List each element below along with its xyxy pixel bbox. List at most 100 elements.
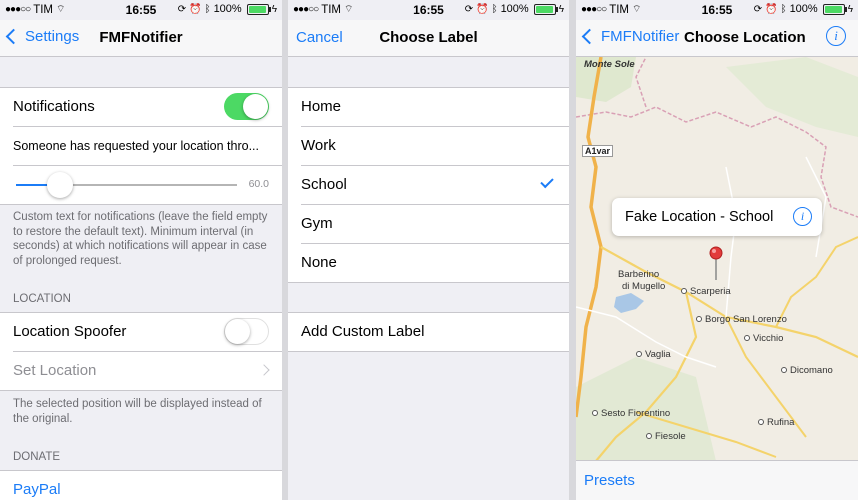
place-name: Fiesole	[655, 431, 686, 442]
back-button[interactable]: FMFNotifier	[581, 28, 680, 45]
map-place-label: Sesto Fiorentino	[592, 408, 670, 419]
label-option-text: Work	[301, 137, 336, 154]
bluetooth-icon: ᛒ	[780, 3, 787, 15]
slider-knob[interactable]	[47, 172, 74, 198]
battery-icon	[246, 3, 271, 15]
notifications-group: Notifications Someone has requested your…	[0, 87, 282, 205]
notifications-footer: Custom text for notifications (leave the…	[13, 211, 268, 267]
nav-bar: Cancel Choose Label	[288, 20, 569, 57]
choose-label-screen: ●●●○○ TIM ⌔ 16:55 ⟳ ⏰ ᛒ 100% ϟ Cancel Ch…	[288, 0, 569, 500]
page-title: Choose Label	[379, 29, 478, 46]
status-bar: ●●●○○ TIM ⌔ 16:55 ⟳ ⏰ ᛒ 100% ϟ	[576, 0, 858, 20]
label-option-text: School	[301, 176, 347, 193]
bluetooth-icon: ᛒ	[491, 3, 498, 15]
back-button-label: FMFNotifier	[601, 28, 680, 45]
battery-percent: 100%	[789, 3, 818, 15]
nav-bar: Settings FMFNotifier	[0, 20, 282, 57]
label-list: Home Work School Gym None	[288, 87, 569, 283]
label-option-gym[interactable]: Gym	[301, 205, 569, 244]
notifications-switch[interactable]	[224, 93, 269, 120]
custom-text-cell[interactable]: Someone has requested your location thro…	[13, 127, 282, 166]
notifications-label: Notifications	[13, 98, 95, 115]
donate-group: PayPal	[0, 470, 282, 500]
presets-button[interactable]: Presets	[584, 472, 635, 489]
status-bar: ●●●○○ TIM ⌔ 16:55 ⟳ ⏰ ᛒ 100% ϟ	[288, 0, 569, 20]
callout-title: Fake Location - School	[625, 209, 774, 225]
donate-header: DONATE	[13, 451, 61, 463]
settings-screen: ●●●○○ TIM ⌔ 16:55 ⟳ ⏰ ᛒ 100% ϟ Settings …	[0, 0, 282, 500]
label-option-none[interactable]: None	[301, 244, 569, 282]
location-spoofer-switch[interactable]	[224, 318, 269, 345]
place-marker-icon	[681, 288, 687, 295]
map-view[interactable]: Monte Sole A1var Barberino di Mugello Sc…	[576, 57, 858, 461]
custom-text-input[interactable]: Someone has requested your location thro…	[13, 139, 270, 153]
location-group: Location Spoofer Set Location	[0, 312, 282, 391]
checkmark-icon	[540, 174, 554, 189]
info-icon[interactable]: i	[826, 26, 846, 46]
map-place-label: Dicomano	[781, 365, 833, 376]
place-name: Rufina	[767, 417, 795, 428]
label-option-text: Home	[301, 98, 342, 115]
bottom-toolbar: Presets	[576, 460, 858, 500]
paypal-link[interactable]: PayPal	[13, 481, 61, 498]
charging-icon: ϟ	[271, 3, 277, 15]
place-name: Borgo San Lorenzo	[705, 314, 787, 325]
map-place-label: Vicchio	[744, 333, 783, 344]
custom-label-group: Add Custom Label	[288, 312, 569, 352]
map-place-label: Rufina	[758, 417, 794, 428]
label-option-text: None	[301, 254, 337, 271]
place-marker-icon	[744, 335, 750, 342]
info-icon[interactable]: i	[793, 207, 812, 226]
location-header: LOCATION	[13, 293, 71, 305]
label-option-school[interactable]: School	[301, 166, 569, 205]
page-title: Choose Location	[684, 29, 806, 46]
place-marker-icon	[646, 433, 652, 440]
chevron-right-icon	[258, 364, 270, 376]
battery-icon	[822, 3, 847, 15]
location-spoofer-label: Location Spoofer	[13, 323, 127, 340]
paypal-cell[interactable]: PayPal	[13, 471, 282, 500]
set-location-label: Set Location	[13, 362, 97, 379]
charging-icon: ϟ	[558, 3, 564, 15]
battery-percent: 100%	[213, 3, 242, 15]
map-place-label: Fiesole	[646, 431, 686, 442]
bluetooth-icon: ᛒ	[204, 3, 211, 15]
map-place-label: Monte Sole	[584, 59, 635, 70]
pin-callout[interactable]: Fake Location - School i	[612, 198, 822, 236]
notifications-cell: Notifications	[13, 88, 282, 127]
place-name: Sesto Fiorentino	[601, 408, 671, 419]
rotation-lock-icon: ⟳	[753, 3, 763, 15]
nav-bar: FMFNotifier Choose Location i	[576, 20, 858, 57]
switch-knob	[225, 319, 250, 344]
choose-location-screen: ●●●○○ TIM ⌔ 16:55 ⟳ ⏰ ᛒ 100% ϟ FMFNotifi…	[576, 0, 858, 500]
label-option-home[interactable]: Home	[301, 88, 569, 127]
place-name: Vaglia	[645, 349, 671, 360]
place-name: Dicomano	[790, 365, 833, 376]
switch-knob	[243, 94, 268, 119]
map-place-label: Barberino	[618, 269, 660, 280]
set-location-cell[interactable]: Set Location	[13, 352, 282, 390]
page-title: FMFNotifier	[99, 29, 183, 46]
battery-icon	[533, 3, 558, 15]
place-name: Vicchio	[753, 333, 784, 344]
add-custom-label-text: Add Custom Label	[301, 323, 425, 340]
chevron-left-icon	[581, 28, 598, 45]
place-marker-icon	[781, 367, 787, 374]
rotation-lock-icon: ⟳	[177, 3, 187, 15]
label-option-text: Gym	[301, 215, 333, 232]
interval-slider-cell: 60.0	[13, 166, 282, 204]
place-marker-icon	[592, 410, 598, 417]
map-place-label: di Mugello	[622, 281, 666, 292]
map-place-label: Borgo San Lorenzo	[696, 314, 787, 325]
battery-percent: 100%	[500, 3, 529, 15]
place-marker-icon	[758, 419, 764, 426]
place-marker-icon	[696, 316, 702, 323]
place-marker-icon	[636, 351, 642, 358]
map-road-label: A1var	[582, 145, 614, 157]
interval-slider[interactable]	[16, 172, 237, 198]
status-bar: ●●●○○ TIM ⌔ 16:55 ⟳ ⏰ ᛒ 100% ϟ	[0, 0, 282, 20]
slider-value: 60.0	[248, 178, 269, 190]
add-custom-label-button[interactable]: Add Custom Label	[301, 313, 569, 351]
alarm-icon: ⏰	[476, 3, 489, 15]
label-option-work[interactable]: Work	[301, 127, 569, 166]
